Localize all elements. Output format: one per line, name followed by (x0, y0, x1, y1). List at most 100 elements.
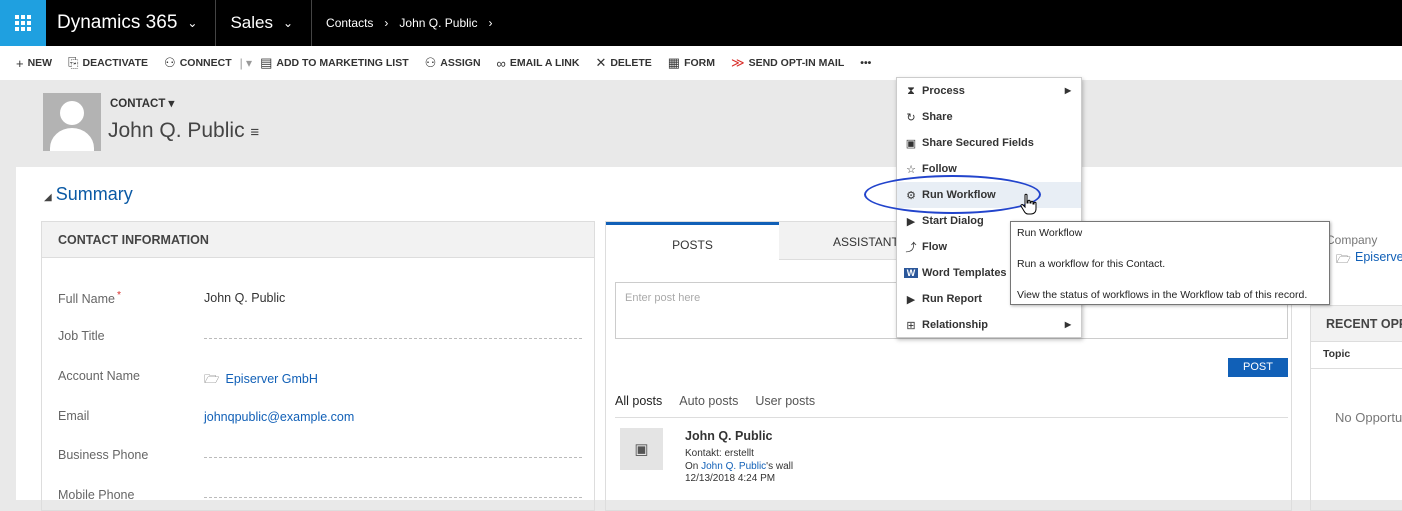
avatar[interactable] (43, 93, 101, 151)
secured-fields-icon: ▣ (905, 137, 917, 150)
post-button[interactable]: POST (1228, 358, 1288, 377)
app-name[interactable]: Dynamics 365 (57, 12, 177, 34)
empty-value[interactable] (204, 338, 582, 339)
menu-item-relationship[interactable]: ⊞ Relationship ▶ (897, 312, 1081, 338)
app-launcher-icon[interactable] (0, 0, 46, 46)
connect-button[interactable]: ⚇ CONNECT (164, 55, 232, 71)
tab-posts[interactable]: POSTS (606, 222, 779, 260)
share-icon: ↻ (906, 111, 916, 124)
company-label: Company (1326, 233, 1378, 247)
dialog-icon: ▶ (906, 215, 916, 228)
form-icon: ▦ (667, 55, 681, 70)
email-link[interactable]: johnqpublic@example.com (204, 410, 354, 424)
menu-item-share-secured-fields[interactable]: ▣ Share Secured Fields (897, 130, 1081, 156)
empty-value[interactable] (204, 457, 582, 458)
email-link-label: EMAIL A LINK (509, 57, 580, 69)
breadcrumb-contacts[interactable]: Contacts (326, 16, 373, 30)
post-timestamp: 12/13/2018 4:24 PM (685, 473, 776, 484)
filter-all-posts[interactable]: All posts (615, 394, 662, 417)
full-name-value[interactable]: John Q. Public (204, 291, 285, 305)
new-label: NEW (27, 57, 53, 69)
tooltip-description: Run a workflow for this Contact. (1017, 258, 1166, 270)
delete-label: DELETE (610, 57, 652, 69)
delete-button[interactable]: ✕ DELETE (595, 55, 651, 71)
marketing-list-label: ADD TO MARKETING LIST (276, 57, 409, 69)
field-label: Email (58, 409, 90, 423)
full-name-field[interactable]: Full Name * John Q. Public (58, 290, 582, 310)
report-icon: ▶ (906, 293, 916, 306)
post-filters: All posts Auto posts User posts (615, 394, 1288, 418)
post-entry: ▣ John Q. Public Kontakt: erstellt On Jo… (620, 428, 1280, 498)
empty-state-text: No Opportunities (1335, 410, 1402, 425)
chevron-right-icon: ▶ (1064, 320, 1071, 329)
connect-dropdown-icon[interactable]: | ▾ (240, 56, 252, 70)
tooltip-title: Run Workflow (1017, 227, 1083, 239)
filter-auto-posts[interactable]: Auto posts (679, 394, 738, 417)
chevron-down-icon[interactable]: ⌄ (283, 16, 293, 30)
form-label: FORM (684, 57, 715, 69)
chevron-right-icon: › (384, 16, 389, 30)
account-name-link[interactable]: 🗁 Episerver GmbH (204, 370, 318, 391)
chevron-right-icon: ▶ (1064, 86, 1071, 95)
form-body: ◢ Summary CONTACT INFORMATION Full Name * … (16, 167, 1402, 511)
business-phone-field[interactable]: Business Phone (58, 448, 582, 468)
tooltip-hint: View the status of workflows in the Work… (1017, 289, 1308, 301)
deactivate-button[interactable]: ⎘ DEACTIVATE (68, 55, 148, 71)
post-author[interactable]: John Q. Public (685, 429, 773, 443)
entity-type-selector[interactable]: CONTACT ▾ (110, 96, 174, 110)
field-label: Full Name * (58, 290, 122, 307)
wall-owner-link[interactable]: John Q. Public (701, 461, 766, 472)
account-name-field[interactable]: Account Name 🗁 Episerver GmbH (58, 369, 582, 389)
email-a-link-button[interactable]: ∞ EMAIL A LINK (497, 56, 580, 71)
topic-column-header[interactable]: Topic (1311, 342, 1402, 369)
chevron-right-icon[interactable]: › (488, 16, 492, 30)
recent-opportunities-card: RECENT OPPORTUNITIES Topic No Opportunit… (1310, 305, 1402, 511)
chevron-down-icon[interactable]: ⌄ (187, 16, 197, 30)
contact-information-card: CONTACT INFORMATION Full Name * John Q. P… (41, 221, 595, 511)
record-name-text: John Q. Public (108, 119, 245, 142)
record-header: CONTACT ▾ John Q. Public ≡ (0, 80, 1402, 167)
flow-icon: ⤴ (905, 242, 917, 254)
assign-button[interactable]: ⚇ ASSIGN (425, 55, 481, 71)
new-button[interactable]: + NEW (16, 56, 52, 71)
highlight-ellipse (864, 175, 1041, 214)
list-icon[interactable]: ≡ (250, 124, 259, 141)
post-text: Kontakt: erstellt (685, 448, 754, 459)
add-to-marketing-list-button[interactable]: ▤ ADD TO MARKETING LIST (260, 55, 409, 71)
empty-value[interactable] (204, 497, 582, 498)
nav-divider (311, 0, 313, 46)
summary-title: Summary (55, 184, 133, 204)
field-label: Job Title (58, 329, 105, 343)
command-bar: + NEW ⎘ DEACTIVATE ⚇ CONNECT | ▾ ▤ ADD TO MA… (0, 46, 1402, 80)
job-title-field[interactable]: Job Title (58, 329, 582, 349)
company-link[interactable]: Episerver (1355, 250, 1402, 264)
email-field[interactable]: Email johnqpublic@example.com (58, 409, 582, 429)
assign-label: ASSIGN (440, 57, 481, 69)
filter-user-posts[interactable]: User posts (755, 394, 815, 417)
run-workflow-tooltip: Run Workflow Run a workflow for this Con… (1010, 221, 1330, 305)
deactivate-icon: ⎘ (68, 55, 79, 70)
mobile-phone-field[interactable]: Mobile Phone (58, 488, 582, 508)
form-button[interactable]: ▦ FORM (668, 55, 715, 71)
top-navigation-bar: Dynamics 365 ⌄ Sales ⌄ Contacts › John Q… (0, 0, 1402, 46)
breadcrumb-record[interactable]: John Q. Public (399, 16, 477, 30)
contact-information-heading: CONTACT INFORMATION (42, 222, 594, 258)
process-icon: ⧗ (907, 84, 915, 97)
more-icon: ••• (860, 57, 872, 69)
send-opt-in-mail-button[interactable]: ≫ SEND OPT-IN MAIL (731, 55, 844, 71)
deactivate-label: DEACTIVATE (82, 57, 149, 69)
menu-item-process[interactable]: ⧗ Process ▶ (897, 78, 1081, 104)
relationship-icon: ⊞ (906, 319, 916, 332)
breadcrumb: Contacts › John Q. Public › (326, 16, 492, 30)
more-commands-button[interactable]: ••• (860, 57, 871, 69)
account-icon: 🗁 (204, 372, 220, 386)
summary-section-toggle[interactable]: ◢ Summary (44, 184, 133, 205)
marketing-list-icon: ▤ (260, 55, 273, 70)
link-icon: ∞ (496, 55, 506, 71)
post-wall-line: On John Q. Public's wall (685, 461, 794, 472)
nav-divider (215, 0, 217, 46)
plus-icon: + (16, 55, 24, 71)
recent-opportunities-heading: RECENT OPPORTUNITIES (1311, 306, 1402, 342)
area-selector[interactable]: Sales (230, 13, 273, 33)
menu-item-share[interactable]: ↻ Share (897, 104, 1081, 130)
